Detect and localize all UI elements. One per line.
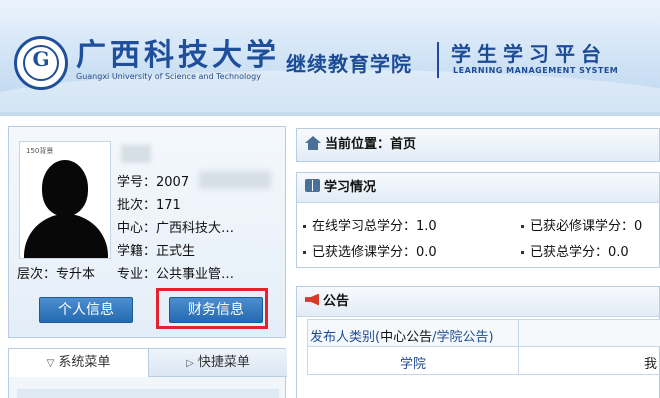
header-divider	[437, 42, 439, 78]
level-label: 层次：	[17, 267, 57, 282]
level-row: 层次：专升本	[17, 263, 95, 282]
location-value: 首页	[390, 137, 417, 152]
notice-table-header: 发布人类别(中心公告/学院公告)	[307, 319, 660, 348]
student-photo: 150背景	[19, 141, 111, 259]
platform-name-en: LEARNING MANAGEMENT SYSTEM	[453, 66, 619, 75]
center-row: 中心：广西科技大…	[117, 217, 234, 236]
elective-credit: 已获选修课学分：0.0	[303, 241, 437, 260]
university-name-en: Guangxi University of Science and Techno…	[76, 72, 261, 81]
chevron-down-icon: ▽	[46, 358, 55, 369]
batch-row: 批次：171	[117, 194, 181, 213]
student-name-redacted	[121, 145, 151, 163]
chevron-right-icon: ▷	[186, 358, 194, 369]
college-notice-link[interactable]: 学院公告	[437, 330, 489, 345]
university-seal-icon: G	[14, 36, 68, 90]
required-credit: 已获必修课学分：0	[521, 215, 642, 234]
batch-label: 批次：	[117, 198, 157, 213]
platform-name-cn: 学生学习平台	[451, 42, 607, 66]
tab-system-label: 系统菜单	[58, 355, 111, 370]
home-icon	[305, 135, 321, 150]
center-notice-link[interactable]: 中心公告	[380, 330, 432, 345]
notice-title: 公告	[323, 294, 350, 309]
major-row: 专业：公共事业管…	[117, 263, 234, 282]
student-no-label: 学号：	[117, 175, 157, 190]
total-credit-text: 已获总学分：0.0	[530, 245, 629, 260]
publisher-filter: 发布人类别(中心公告/学院公告)	[310, 326, 494, 345]
center-label: 中心：	[117, 221, 157, 236]
status-value: 正式生	[156, 244, 196, 259]
college-name: 继续教育学院	[286, 52, 412, 76]
study-status-body: 在线学习总学分：1.0 已获必修课学分：0 已获选修课学分：0.0 已获总学分：…	[297, 203, 659, 265]
student-no-redacted	[199, 171, 271, 189]
online-total-credit-text: 在线学习总学分：1.0	[312, 219, 437, 234]
header-banner: G 广西科技大学 Guangxi University of Science a…	[0, 0, 660, 116]
menu-subbar	[17, 389, 279, 398]
paren-close: )	[488, 330, 494, 345]
location-label: 当前位置：	[325, 137, 391, 152]
tab-shortcut-menu[interactable]: ▷ 快捷菜单	[149, 349, 287, 377]
batch-value: 171	[156, 198, 181, 213]
status-row: 学籍：正式生	[117, 240, 195, 259]
breadcrumb: 当前位置：首页	[297, 129, 659, 161]
location-panel: 当前位置：首页	[296, 128, 660, 162]
total-credit: 已获总学分：0.0	[521, 241, 629, 260]
notice-publisher-cell: 学院	[399, 357, 426, 372]
tab-system-menu[interactable]: ▽ 系统菜单	[9, 349, 149, 377]
study-status-title: 学习情况	[324, 180, 377, 195]
megaphone-icon	[305, 293, 319, 306]
publisher-label: 发布人类别	[310, 330, 376, 345]
major-value: 公共事业管…	[156, 267, 235, 282]
study-status-panel: 学习情况 在线学习总学分：1.0 已获必修课学分：0 已获选修课学分：0.0 已…	[296, 172, 660, 268]
menu-tabs: ▽ 系统菜单 ▷ 快捷菜单	[8, 348, 287, 398]
center-value: 广西科技大…	[156, 221, 235, 236]
table-row[interactable]: 学院 我	[307, 347, 660, 375]
major-label: 专业：	[117, 267, 157, 282]
book-icon	[305, 179, 320, 192]
photo-caption: 150背景	[26, 147, 54, 155]
university-name-cn: 广西科技大学	[76, 38, 280, 73]
study-status-header: 学习情况	[297, 173, 659, 203]
notice-title-cell: 我	[644, 357, 658, 372]
student-no-value: 2007	[156, 175, 190, 190]
notice-header: 公告	[297, 287, 659, 317]
elective-credit-text: 已获选修课学分：0.0	[312, 245, 437, 260]
personal-info-button[interactable]: 个人信息	[39, 297, 133, 323]
tab-shortcut-label: 快捷菜单	[197, 355, 250, 370]
required-credit-text: 已获必修课学分：0	[530, 219, 643, 234]
notice-panel: 公告 发布人类别(中心公告/学院公告) 学院 我	[296, 286, 660, 398]
online-total-credit: 在线学习总学分：1.0	[303, 215, 437, 234]
student-no-row: 学号：2007	[117, 171, 189, 190]
status-label: 学籍：	[117, 244, 157, 259]
finance-button-highlight	[156, 288, 268, 329]
level-value: 专升本	[56, 267, 96, 282]
